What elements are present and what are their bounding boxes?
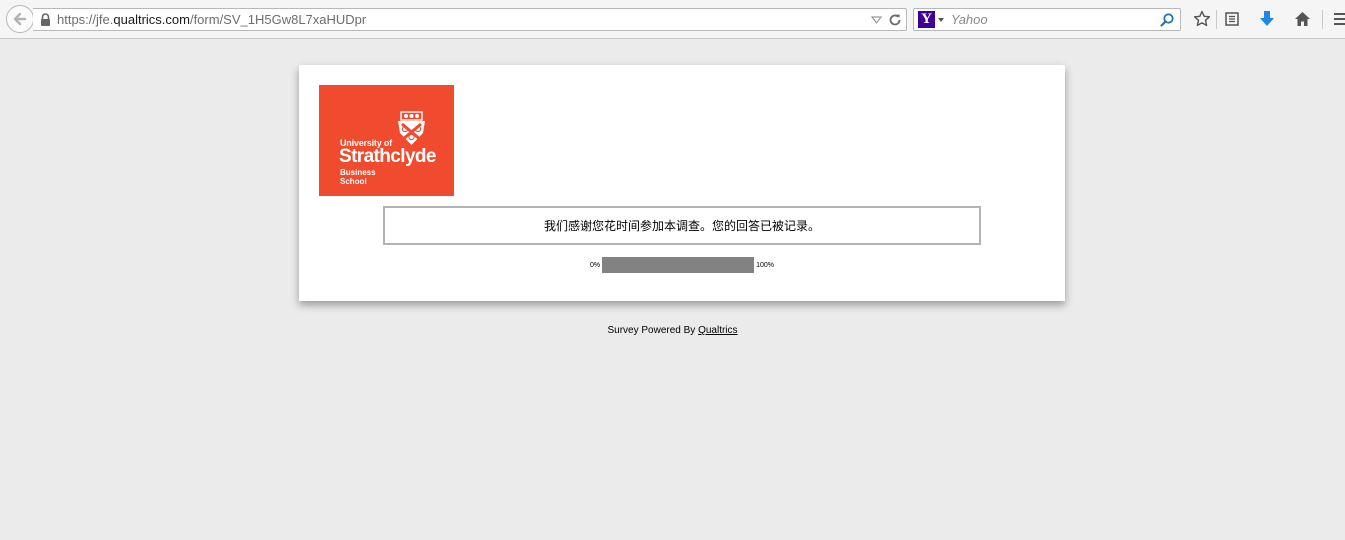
- browser-toolbar: https://jfe.qualtrics.com/form/SV_1H5Gw8…: [0, 0, 1345, 39]
- qualtrics-link[interactable]: Qualtrics: [698, 325, 737, 336]
- bookmark-star-icon[interactable]: [1192, 9, 1212, 29]
- university-logo: University of Strathclyde Business Schoo…: [319, 85, 454, 196]
- reading-list-icon[interactable]: [1222, 9, 1242, 29]
- footer-prefix: Survey Powered By: [607, 325, 699, 336]
- reload-icon[interactable]: [888, 13, 902, 27]
- progress-start-label: 0%: [589, 261, 601, 269]
- search-input[interactable]: Yahoo: [951, 12, 988, 27]
- yahoo-logo-icon[interactable]: Y: [918, 11, 935, 28]
- footer: Survey Powered By Qualtrics: [0, 325, 1345, 336]
- url-text: https://jfe.qualtrics.com/form/SV_1H5Gw8…: [57, 12, 367, 27]
- search-engine-dropdown-icon[interactable]: [938, 17, 944, 22]
- progress-fill: [602, 257, 755, 273]
- progress-bar: 0% 100%: [299, 257, 1065, 273]
- logo-line-3a: Business: [340, 168, 376, 177]
- download-icon[interactable]: [1257, 9, 1277, 29]
- thank-you-message: 我们感谢您花时间参加本调查。您的回答已被记录。: [383, 206, 981, 245]
- menu-icon[interactable]: [1330, 9, 1345, 29]
- logo-line-3: Business School: [340, 168, 376, 186]
- search-icon[interactable]: [1159, 12, 1175, 28]
- toolbar-separator: [1322, 10, 1323, 29]
- thank-you-text: 我们感谢您花时间参加本调查。您的回答已被记录。: [543, 219, 820, 233]
- crest-icon: [398, 111, 425, 145]
- search-bar[interactable]: Y Yahoo: [913, 8, 1181, 31]
- progress-track: [602, 257, 755, 273]
- dropdown-icon[interactable]: [871, 15, 882, 25]
- lock-icon: [40, 13, 51, 27]
- url-bar[interactable]: https://jfe.qualtrics.com/form/SV_1H5Gw8…: [33, 8, 907, 31]
- back-icon: [13, 12, 27, 26]
- back-button[interactable]: [6, 5, 34, 33]
- progress-end-label: 100%: [756, 261, 775, 269]
- logo-line-3b: School: [340, 177, 367, 186]
- logo-line-2: Strathclyde: [339, 146, 436, 167]
- url-host: qualtrics.com: [113, 12, 190, 27]
- survey-card: University of Strathclyde Business Schoo…: [299, 65, 1065, 301]
- home-icon[interactable]: [1292, 9, 1312, 29]
- toolbar-separator: [1216, 10, 1217, 29]
